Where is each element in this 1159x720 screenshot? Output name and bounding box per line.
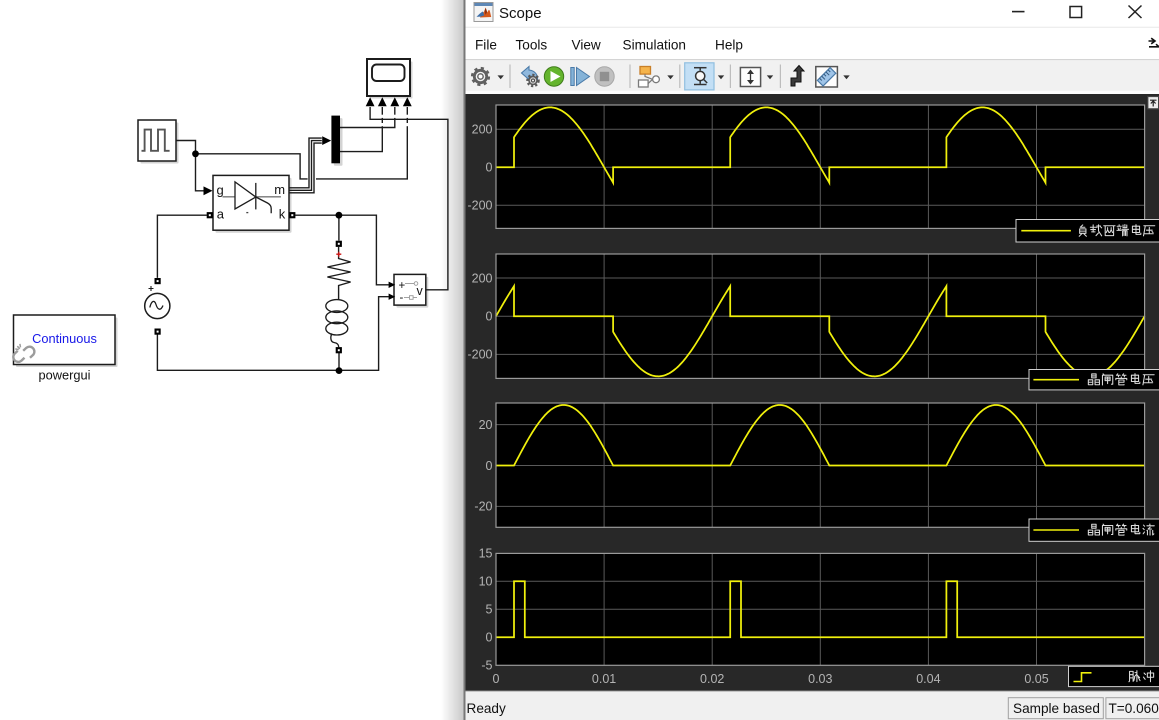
svg-text:10: 10 [479, 575, 493, 589]
svg-text:200: 200 [472, 123, 493, 137]
svg-text:k: k [279, 207, 286, 222]
svg-text:0.05: 0.05 [1024, 672, 1048, 686]
svg-text:0: 0 [493, 672, 500, 686]
svg-text:m: m [274, 182, 285, 197]
svg-text:15: 15 [479, 547, 493, 561]
svg-text:0.01: 0.01 [592, 672, 616, 686]
svg-text:0.04: 0.04 [916, 672, 940, 686]
svg-text:View: View [572, 38, 601, 53]
svg-text:20: 20 [479, 418, 493, 432]
svg-text:Scope: Scope [499, 5, 542, 22]
svg-text:-200: -200 [467, 199, 492, 213]
svg-text:powergui: powergui [39, 368, 91, 383]
svg-text:-200: -200 [467, 348, 492, 362]
svg-text:T=0.060: T=0.060 [1109, 701, 1159, 716]
svg-text:-5: -5 [481, 659, 492, 673]
svg-text:File: File [475, 38, 497, 53]
svg-text:0: 0 [486, 161, 493, 175]
svg-text:a: a [217, 207, 225, 222]
svg-text:0: 0 [486, 631, 493, 645]
svg-text:0: 0 [486, 310, 493, 324]
svg-text:-20: -20 [474, 500, 492, 514]
svg-text:0: 0 [486, 459, 493, 473]
svg-text:Sample based: Sample based [1013, 701, 1100, 716]
svg-text:200: 200 [472, 271, 493, 285]
svg-text:v: v [417, 284, 424, 298]
svg-text:Ready: Ready [467, 701, 506, 716]
svg-text:Tools: Tools [516, 38, 548, 53]
svg-text:+: + [399, 280, 406, 292]
svg-text:0.02: 0.02 [700, 672, 724, 686]
svg-text:5: 5 [486, 603, 493, 617]
svg-text:0.03: 0.03 [808, 672, 832, 686]
svg-text:Help: Help [715, 38, 743, 53]
svg-text:Continuous: Continuous [32, 331, 97, 346]
svg-text:-: - [400, 292, 404, 304]
svg-text:Simulation: Simulation [623, 38, 686, 53]
svg-text:g: g [217, 183, 224, 198]
